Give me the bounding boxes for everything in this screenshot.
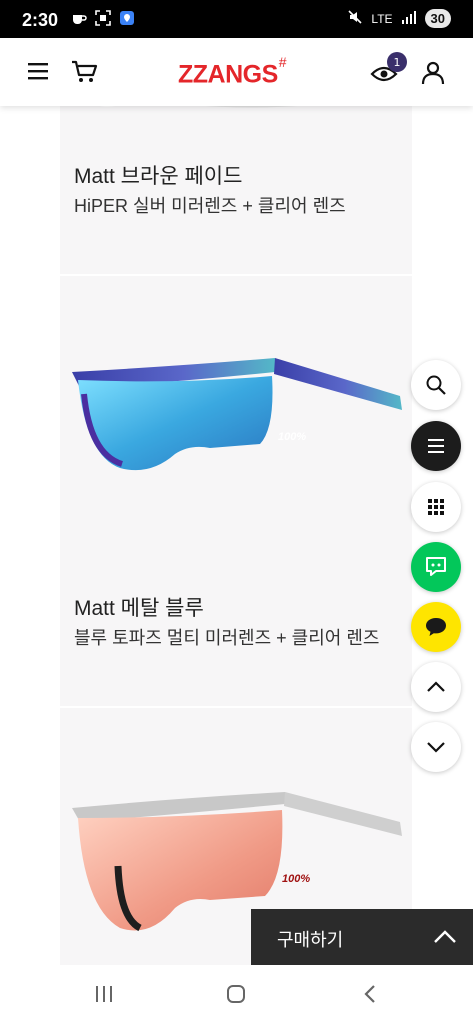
- menu-icon: [428, 439, 444, 453]
- scan-icon: [94, 9, 112, 27]
- chevron-up-icon: [427, 681, 445, 692]
- signal-icon: [401, 10, 417, 27]
- product-subtitle: 블루 토파즈 멀티 미러렌즈 + 클리어 렌즈: [74, 628, 380, 648]
- product-title: Matt 메탈 블루: [74, 597, 204, 620]
- site-header: ZZANGS# 1: [0, 38, 473, 106]
- status-time: 2:30: [22, 10, 59, 30]
- product-detail-images: Matt 브라운 페이드 HiPER 실버 미러렌즈 + 클리어 렌즈 100%…: [60, 38, 412, 968]
- cart-icon: [72, 60, 98, 82]
- search-button[interactable]: [411, 360, 461, 410]
- recent-apps-button[interactable]: [90, 982, 118, 1006]
- product-title: Matt 브라운 페이드: [74, 165, 243, 188]
- home-button[interactable]: [222, 982, 250, 1006]
- mute-icon: [347, 9, 363, 28]
- scroll-top-button[interactable]: [411, 662, 461, 712]
- category-menu-button[interactable]: [411, 421, 461, 471]
- recently-viewed-badge: 1: [387, 52, 407, 72]
- recent-apps-icon: [96, 986, 112, 1002]
- chevron-down-icon: [427, 742, 445, 753]
- hamburger-icon: [28, 63, 48, 80]
- cart-button[interactable]: [70, 58, 100, 86]
- frame-logo-text: 100%: [278, 431, 306, 443]
- app-screen: 2:30 LTE 30 Matt 브라운 페이드 HiPER 실버 미러렌즈 +…: [0, 0, 473, 1024]
- network-label: LTE: [371, 11, 393, 26]
- naver-talk-button[interactable]: [411, 542, 461, 592]
- logo-text: ZZANGS: [178, 60, 278, 89]
- battery-indicator: 30: [424, 9, 451, 28]
- system-navigation-bar: [0, 965, 473, 1024]
- buy-button[interactable]: 구매하기: [251, 909, 473, 965]
- app-grid-button[interactable]: [411, 482, 461, 532]
- status-right: LTE 30: [347, 9, 451, 28]
- maps-icon: [118, 9, 136, 27]
- chat-bubble-icon: [426, 618, 446, 636]
- buy-label: 구매하기: [277, 930, 344, 950]
- site-logo[interactable]: ZZANGS#: [178, 54, 287, 89]
- scroll-bottom-button[interactable]: [411, 722, 461, 772]
- back-button[interactable]: [356, 982, 384, 1006]
- home-icon: [227, 985, 245, 1003]
- kakao-chat-button[interactable]: [411, 602, 461, 652]
- user-icon: [421, 61, 445, 85]
- chevron-up-icon: [434, 930, 456, 943]
- menu-button[interactable]: [26, 60, 54, 84]
- glasses-image-blue: 100%: [72, 358, 402, 471]
- search-icon: [426, 375, 446, 395]
- grid-icon: [428, 499, 444, 515]
- back-icon: [364, 985, 375, 1003]
- logo-mark: #: [278, 54, 287, 70]
- talk-icon: [426, 557, 446, 576]
- cup-icon: [70, 9, 88, 27]
- product-panel-metal-blue: 100% Matt 메탈 블루 블루 토파즈 멀티 미러렌즈 + 클리어 렌즈: [60, 276, 412, 706]
- account-button[interactable]: [420, 60, 446, 86]
- notification-icons: [70, 9, 136, 27]
- status-bar: 2:30 LTE 30: [0, 0, 473, 38]
- product-subtitle: HiPER 실버 미러렌즈 + 클리어 렌즈: [74, 196, 346, 216]
- frame-logo-text: 100%: [282, 873, 310, 885]
